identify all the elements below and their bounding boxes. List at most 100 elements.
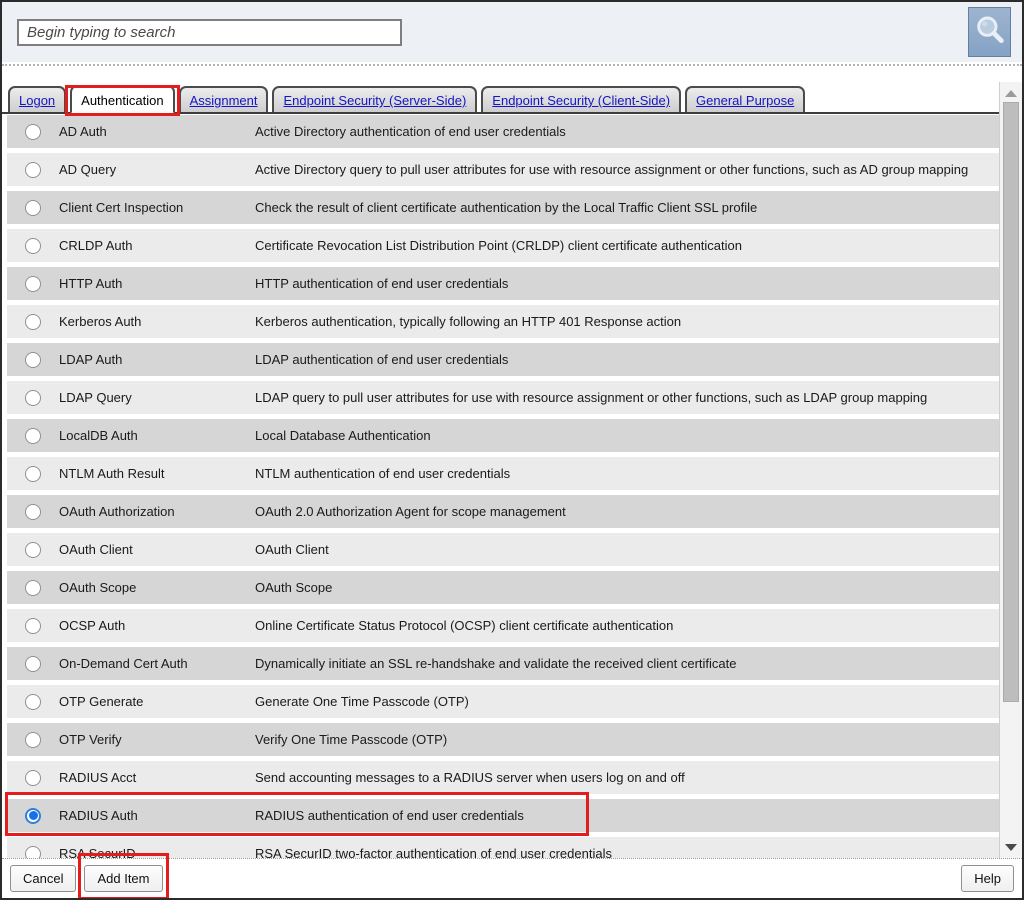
chevron-down-icon xyxy=(1005,844,1017,851)
radio-cell xyxy=(7,770,59,786)
item-description: RADIUS authentication of end user creden… xyxy=(255,806,999,825)
radio-cell xyxy=(7,542,59,558)
search-input[interactable] xyxy=(17,19,402,46)
item-description: LDAP query to pull user attributes for u… xyxy=(255,388,999,407)
scroll-up-button[interactable] xyxy=(1000,84,1022,102)
list-item[interactable]: Client Cert InspectionCheck the result o… xyxy=(7,191,999,224)
radio-unselected[interactable] xyxy=(25,314,41,330)
search-button[interactable] xyxy=(968,7,1011,57)
scrollbar-thumb[interactable] xyxy=(1003,102,1019,702)
radio-unselected[interactable] xyxy=(25,238,41,254)
radio-cell xyxy=(7,238,59,254)
item-name: OCSP Auth xyxy=(59,618,255,633)
list-item[interactable]: AD QueryActive Directory query to pull u… xyxy=(7,153,999,186)
list-item[interactable]: OTP VerifyVerify One Time Passcode (OTP) xyxy=(7,723,999,756)
item-name: RSA SecurID xyxy=(59,846,255,858)
item-description: OAuth 2.0 Authorization Agent for scope … xyxy=(255,502,999,521)
list-item[interactable]: OTP GenerateGenerate One Time Passcode (… xyxy=(7,685,999,718)
radio-unselected[interactable] xyxy=(25,200,41,216)
tab-label: Endpoint Security (Server-Side) xyxy=(283,93,466,108)
tab-endpoint-security-client-side[interactable]: Endpoint Security (Client-Side) xyxy=(481,86,681,112)
item-name: AD Auth xyxy=(59,124,255,139)
radio-unselected[interactable] xyxy=(25,162,41,178)
radio-unselected[interactable] xyxy=(25,770,41,786)
help-button[interactable]: Help xyxy=(961,865,1014,892)
radio-unselected[interactable] xyxy=(25,542,41,558)
list-item[interactable]: CRLDP AuthCertificate Revocation List Di… xyxy=(7,229,999,262)
radio-cell xyxy=(7,428,59,444)
list-item[interactable]: OAuth ClientOAuth Client xyxy=(7,533,999,566)
radio-unselected[interactable] xyxy=(25,656,41,672)
radio-cell xyxy=(7,124,59,140)
list-item[interactable]: LDAP QueryLDAP query to pull user attrib… xyxy=(7,381,999,414)
tab-logon[interactable]: Logon xyxy=(8,86,66,112)
tab-bar: Logon Authentication Assignment Endpoint Se… xyxy=(2,82,999,114)
radio-unselected[interactable] xyxy=(25,580,41,596)
item-name: RADIUS Auth xyxy=(59,808,255,823)
item-description: Active Directory authentication of end u… xyxy=(255,122,999,141)
radio-unselected[interactable] xyxy=(25,618,41,634)
tab-assignment[interactable]: Assignment xyxy=(179,86,269,112)
radio-unselected[interactable] xyxy=(25,732,41,748)
radio-unselected[interactable] xyxy=(25,390,41,406)
radio-unselected[interactable] xyxy=(25,428,41,444)
add-item-button[interactable]: Add Item xyxy=(84,865,162,892)
list-item[interactable]: OAuth ScopeOAuth Scope xyxy=(7,571,999,604)
item-description: Verify One Time Passcode (OTP) xyxy=(255,730,999,749)
add-item-wrap: Add Item xyxy=(84,865,162,892)
list-item[interactable]: LocalDB AuthLocal Database Authenticatio… xyxy=(7,419,999,452)
radio-cell xyxy=(7,466,59,482)
tab-general-purpose[interactable]: General Purpose xyxy=(685,86,805,112)
radio-cell xyxy=(7,504,59,520)
radio-cell xyxy=(7,656,59,672)
item-description: OAuth Scope xyxy=(255,578,999,597)
tab-label: Endpoint Security (Client-Side) xyxy=(492,93,670,108)
item-name: LDAP Auth xyxy=(59,352,255,367)
item-name: OTP Generate xyxy=(59,694,255,709)
tab-label: Authentication xyxy=(81,93,163,108)
item-description: LDAP authentication of end user credenti… xyxy=(255,350,999,369)
radio-selected[interactable] xyxy=(25,808,41,824)
list-item[interactable]: NTLM Auth ResultNTLM authentication of e… xyxy=(7,457,999,490)
item-description: Send accounting messages to a RADIUS ser… xyxy=(255,768,999,787)
list-item[interactable]: HTTP AuthHTTP authentication of end user… xyxy=(7,267,999,300)
list-item[interactable]: RADIUS AuthRADIUS authentication of end … xyxy=(7,799,999,832)
radio-unselected[interactable] xyxy=(25,352,41,368)
radio-unselected[interactable] xyxy=(25,694,41,710)
help-wrap: Help xyxy=(961,865,1014,892)
list-item[interactable]: OAuth AuthorizationOAuth 2.0 Authorizati… xyxy=(7,495,999,528)
list-item[interactable]: On-Demand Cert AuthDynamically initiate … xyxy=(7,647,999,680)
tab-endpoint-security-server-side[interactable]: Endpoint Security (Server-Side) xyxy=(272,86,477,112)
vertical-scrollbar[interactable] xyxy=(999,82,1022,858)
radio-unselected[interactable] xyxy=(25,466,41,482)
item-name: OTP Verify xyxy=(59,732,255,747)
item-description: NTLM authentication of end user credenti… xyxy=(255,464,999,483)
item-name: CRLDP Auth xyxy=(59,238,255,253)
list-item[interactable]: RSA SecurIDRSA SecurID two-factor authen… xyxy=(7,837,999,858)
list-item[interactable]: LDAP AuthLDAP authentication of end user… xyxy=(7,343,999,376)
radio-cell xyxy=(7,314,59,330)
radio-cell xyxy=(7,618,59,634)
radio-cell xyxy=(7,352,59,368)
radio-cell xyxy=(7,846,59,859)
list-item[interactable]: OCSP AuthOnline Certificate Status Proto… xyxy=(7,609,999,642)
item-description: RSA SecurID two-factor authentication of… xyxy=(255,844,999,858)
radio-cell xyxy=(7,808,59,824)
radio-unselected[interactable] xyxy=(25,124,41,140)
radio-cell xyxy=(7,732,59,748)
tab-authentication[interactable]: Authentication xyxy=(70,85,174,114)
list-item[interactable]: Kerberos AuthKerberos authentication, ty… xyxy=(7,305,999,338)
item-description: Local Database Authentication xyxy=(255,426,999,445)
radio-cell xyxy=(7,580,59,596)
list-item[interactable]: RADIUS AcctSend accounting messages to a… xyxy=(7,761,999,794)
item-name: Kerberos Auth xyxy=(59,314,255,329)
item-name: NTLM Auth Result xyxy=(59,466,255,481)
radio-unselected[interactable] xyxy=(25,846,41,859)
cancel-button[interactable]: Cancel xyxy=(10,865,76,892)
magnifier-icon xyxy=(974,14,1006,51)
tab-label: General Purpose xyxy=(696,93,794,108)
radio-unselected[interactable] xyxy=(25,504,41,520)
scroll-down-button[interactable] xyxy=(1000,838,1022,856)
list-item[interactable]: AD AuthActive Directory authentication o… xyxy=(7,115,999,148)
radio-unselected[interactable] xyxy=(25,276,41,292)
